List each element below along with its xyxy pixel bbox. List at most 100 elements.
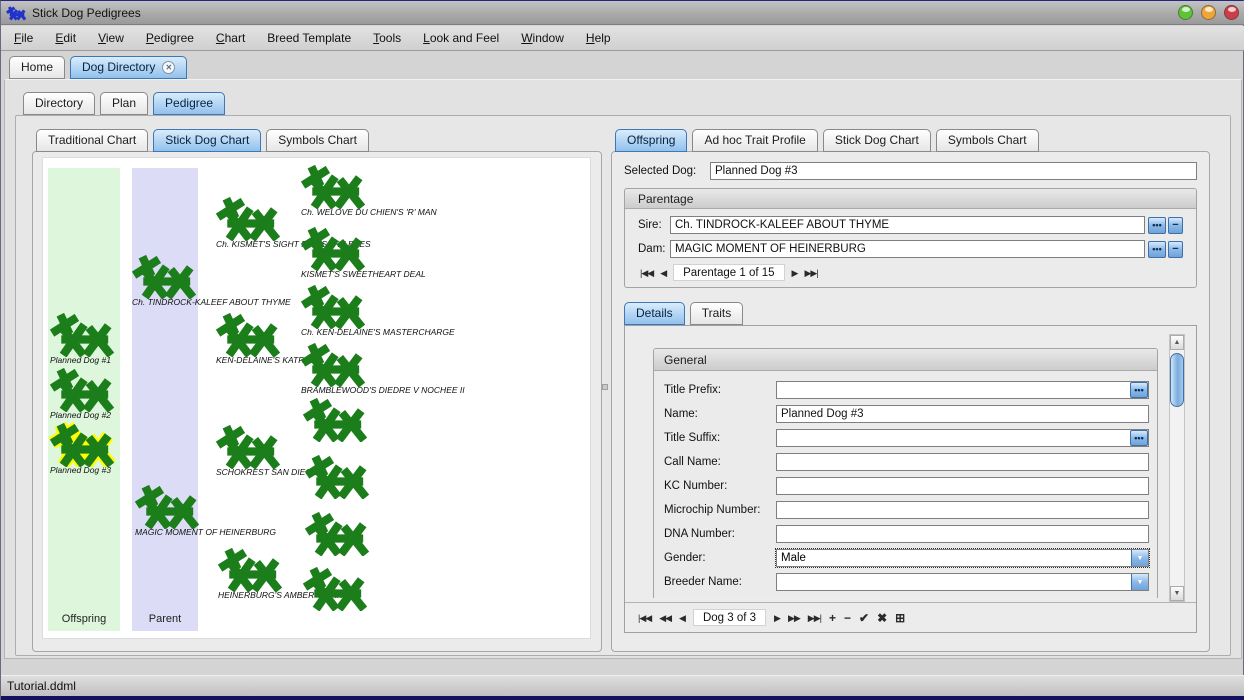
dog-node[interactable]	[130, 253, 197, 299]
microchip-number-input[interactable]	[776, 501, 1149, 519]
dog-node[interactable]	[299, 283, 366, 329]
tab-label: Ad hoc Trait Profile	[704, 133, 805, 147]
scroll-down-icon[interactable]: ▼	[1170, 586, 1184, 601]
nav-remove-button[interactable]: −	[844, 610, 851, 626]
scrollbar-thumb[interactable]	[1170, 353, 1184, 407]
sire-remove-button[interactable]: −	[1168, 217, 1183, 234]
nav-last-button[interactable]: ▶▶|	[808, 610, 821, 626]
nav-ffwd-button[interactable]: ▶▶	[788, 610, 800, 626]
scroll-up-icon[interactable]: ▲	[1170, 335, 1184, 350]
nav-prev-button[interactable]: ◀	[660, 265, 666, 281]
tab-plan[interactable]: Plan	[100, 92, 148, 115]
title-prefix-input[interactable]	[776, 381, 1149, 399]
title-suffix-input[interactable]	[776, 429, 1149, 447]
close-button[interactable]	[1224, 5, 1239, 20]
field-row-gender: Gender:Male▼	[664, 549, 1149, 567]
menu-item-pedigree[interactable]: Pedigree	[135, 26, 205, 50]
dog-node[interactable]	[214, 311, 281, 357]
nav-prev-button[interactable]: ◀	[679, 610, 685, 626]
nav-cancel-button[interactable]: ✖	[877, 610, 887, 626]
dog-node[interactable]	[303, 510, 370, 556]
gender-combobox[interactable]: Male▼	[776, 549, 1149, 567]
title-suffix-lookup-button[interactable]: •••	[1130, 430, 1148, 446]
nav-grid-button[interactable]: ⊞	[895, 610, 905, 626]
dog-node[interactable]	[301, 565, 368, 611]
sire-field[interactable]: Ch. TINDROCK-KALEEF ABOUT THYME	[670, 216, 1145, 234]
field-row-kc-number: KC Number:	[664, 477, 1149, 495]
kc-number-input[interactable]	[776, 477, 1149, 495]
nav-add-button[interactable]: +	[829, 610, 836, 626]
dog-node[interactable]	[133, 483, 200, 529]
menu-item-edit[interactable]: Edit	[44, 26, 87, 50]
sire-lookup-button[interactable]: •••	[1148, 217, 1166, 234]
nav-commit-button[interactable]: ✔	[859, 610, 869, 626]
dog-node[interactable]	[214, 195, 281, 241]
tab-stick-dog-chart[interactable]: Stick Dog Chart	[153, 129, 261, 152]
tab-traits[interactable]: Traits	[690, 302, 744, 325]
tab-ad-hoc-trait-profile[interactable]: Ad hoc Trait Profile	[692, 129, 817, 152]
window-bottom-edge	[1, 696, 1244, 700]
tab-directory[interactable]: Directory	[23, 92, 95, 115]
tab-symbols-chart[interactable]: Symbols Chart	[266, 129, 369, 152]
name-fieldwrap: Planned Dog #3	[776, 405, 1149, 423]
minimize-button[interactable]	[1178, 5, 1193, 20]
tab-pedigree[interactable]: Pedigree	[153, 92, 225, 115]
tab-traditional-chart[interactable]: Traditional Chart	[36, 129, 148, 152]
selected-dog-field[interactable]: Planned Dog #3	[710, 162, 1197, 180]
dropdown-arrow-icon[interactable]: ▼	[1131, 574, 1148, 590]
dog-node[interactable]	[48, 366, 115, 412]
dog-node[interactable]	[48, 311, 115, 357]
dog-node[interactable]	[303, 453, 370, 499]
dog-node-selected[interactable]	[48, 421, 115, 467]
menu-item-breed-template[interactable]: Breed Template	[256, 26, 362, 50]
dna-number-input[interactable]	[776, 525, 1149, 543]
window-controls	[1178, 5, 1239, 20]
dog-node[interactable]	[299, 163, 366, 209]
dog-node[interactable]	[299, 225, 366, 271]
dam-remove-button[interactable]: −	[1168, 241, 1183, 258]
breeder-name-combobox[interactable]: ▼	[776, 573, 1149, 591]
tab-home[interactable]: Home	[9, 56, 65, 79]
dog-node[interactable]	[216, 546, 283, 592]
sire-label: Sire:	[638, 219, 670, 231]
restore-button[interactable]	[1201, 5, 1216, 20]
breeder-name-value	[777, 574, 1131, 590]
tab-offspring[interactable]: Offspring	[615, 129, 687, 152]
title-prefix-lookup-button[interactable]: •••	[1130, 382, 1148, 398]
nav-first-button[interactable]: |◀◀	[638, 610, 651, 626]
nav-first-button[interactable]: |◀◀	[640, 265, 653, 281]
nav-next-button[interactable]: ▶	[774, 610, 780, 626]
tab-dog-directory[interactable]: Dog Directory✕	[70, 56, 187, 79]
tab-details[interactable]: Details	[624, 302, 685, 325]
splitter-grip[interactable]	[602, 384, 608, 390]
menu-item-file[interactable]: File	[3, 26, 44, 50]
tab-symbols-chart[interactable]: Symbols Chart	[936, 129, 1039, 152]
menu-item-help[interactable]: Help	[575, 26, 622, 50]
name-input[interactable]: Planned Dog #3	[776, 405, 1149, 423]
dog-node[interactable]	[214, 423, 281, 469]
dam-field[interactable]: MAGIC MOMENT OF HEINERBURG	[670, 240, 1145, 258]
close-tab-icon[interactable]: ✕	[162, 61, 175, 74]
nav-rewind-button[interactable]: ◀◀	[659, 610, 671, 626]
dog-node[interactable]	[301, 396, 368, 442]
dog-node[interactable]	[299, 341, 366, 387]
dropdown-arrow-icon[interactable]: ▼	[1131, 550, 1148, 566]
details-scrollbar[interactable]: ▲ ▼	[1169, 334, 1185, 602]
menu-item-tools[interactable]: Tools	[362, 26, 412, 50]
tab-stick-dog-chart[interactable]: Stick Dog Chart	[823, 129, 931, 152]
menu-item-look-and-feel[interactable]: Look and Feel	[412, 26, 510, 50]
menu-item-chart[interactable]: Chart	[205, 26, 256, 50]
nav-last-button[interactable]: ▶▶|	[804, 265, 817, 281]
dam-lookup-button[interactable]: •••	[1148, 241, 1166, 258]
column-label-offspring: Offspring	[48, 613, 120, 625]
menu-item-view[interactable]: View	[87, 26, 135, 50]
general-group: General Title Prefix:•••Name:Planned Dog…	[653, 348, 1158, 598]
nav-next-button[interactable]: ▶	[792, 265, 798, 281]
offspring-panel: Selected Dog: Planned Dog #3 Parentage S…	[611, 151, 1210, 652]
kc-number-fieldwrap	[776, 477, 1149, 495]
name-label: Name:	[664, 408, 776, 420]
call-name-input[interactable]	[776, 453, 1149, 471]
parentage-group: Parentage Sire: Ch. TINDROCK-KALEEF ABOU…	[624, 188, 1197, 288]
menu-item-window[interactable]: Window	[510, 26, 575, 50]
tab-label: Stick Dog Chart	[165, 133, 249, 147]
